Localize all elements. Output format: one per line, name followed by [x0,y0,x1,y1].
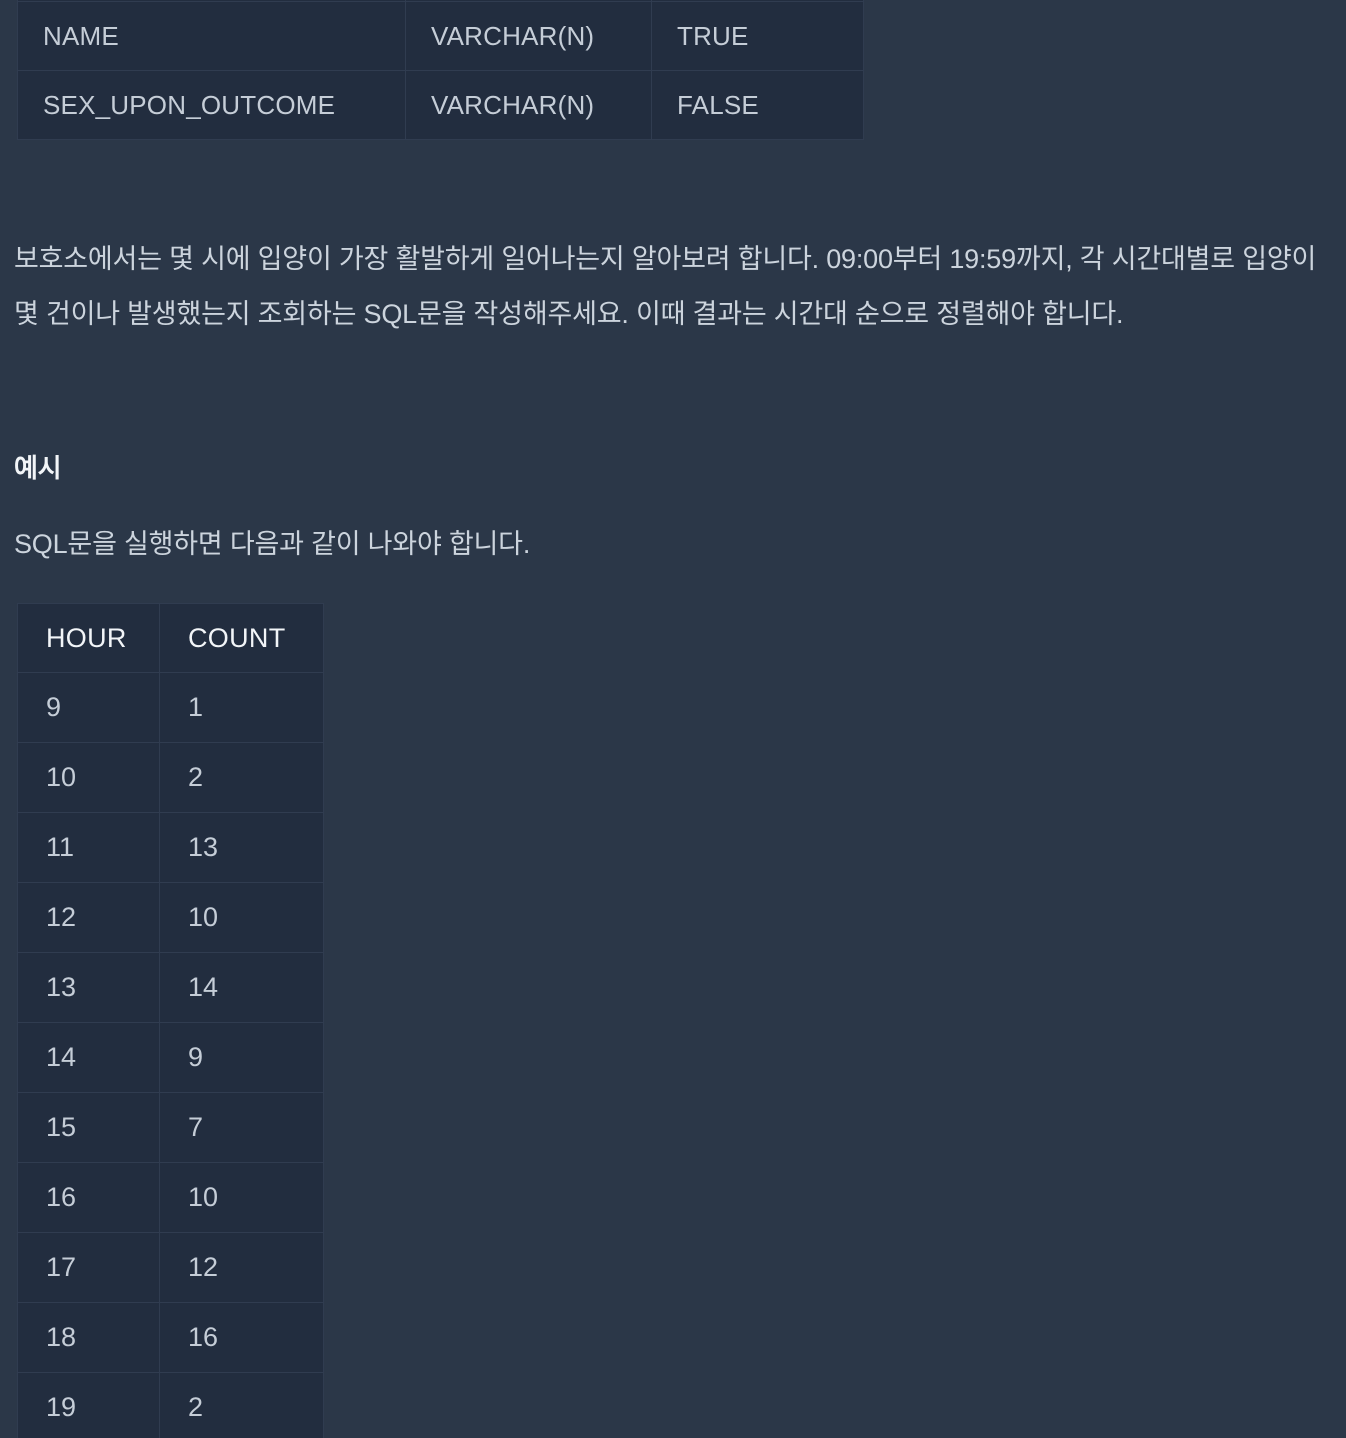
result-cell-count: 10 [159,1162,324,1233]
result-table: HOUR COUNT 9 1 10 2 11 13 12 10 13 14 14… [17,603,324,1438]
result-cell-hour: 11 [17,812,160,883]
table-row: 11 13 [17,812,324,883]
result-cell-count: 10 [159,882,324,953]
table-row: NAME VARCHAR(N) TRUE [17,1,864,71]
column-header-count: COUNT [159,603,324,673]
result-table-container: HOUR COUNT 9 1 10 2 11 13 12 10 13 14 14… [17,603,324,1438]
problem-description-page: DATETIME DATETIME FALSE NAME VARCHAR(N) … [0,0,1346,1438]
schema-cell-column: SEX_UPON_OUTCOME [17,70,406,140]
result-cell-hour: 19 [17,1372,160,1438]
result-cell-hour: 12 [17,882,160,953]
table-row: 16 10 [17,1162,324,1233]
result-cell-hour: 18 [17,1302,160,1373]
result-table-body: 9 1 10 2 11 13 12 10 13 14 14 9 15 7 16 … [17,672,324,1438]
result-cell-count: 2 [159,742,324,813]
table-row: 9 1 [17,672,324,743]
result-cell-hour: 17 [17,1232,160,1303]
result-cell-hour: 10 [17,742,160,813]
result-cell-hour: 14 [17,1022,160,1093]
result-cell-hour: 15 [17,1092,160,1163]
example-heading: 예시 [14,453,62,483]
schema-table-body: DATETIME DATETIME FALSE NAME VARCHAR(N) … [17,0,864,140]
result-cell-count: 9 [159,1022,324,1093]
result-cell-hour: 13 [17,952,160,1023]
result-table-head: HOUR COUNT [17,603,324,673]
schema-cell-column: NAME [17,1,406,71]
table-row: 17 12 [17,1232,324,1303]
result-cell-hour: 9 [17,672,160,743]
result-cell-count: 1 [159,672,324,743]
schema-cell-nullable: FALSE [651,70,864,140]
column-header-hour: HOUR [17,603,160,673]
table-row: 13 14 [17,952,324,1023]
example-lead-text: SQL문을 실행하면 다음과 같이 나와야 합니다. [14,529,531,559]
result-cell-count: 16 [159,1302,324,1373]
result-cell-count: 13 [159,812,324,883]
result-cell-count: 14 [159,952,324,1023]
result-cell-hour: 16 [17,1162,160,1233]
table-header-row: HOUR COUNT [17,603,324,673]
table-row: 15 7 [17,1092,324,1163]
schema-table-container: DATETIME DATETIME FALSE NAME VARCHAR(N) … [17,0,864,140]
schema-cell-type: VARCHAR(N) [405,1,652,71]
schema-cell-type: VARCHAR(N) [405,70,652,140]
result-cell-count: 2 [159,1372,324,1438]
table-row: 12 10 [17,882,324,953]
table-row: 18 16 [17,1302,324,1373]
result-cell-count: 12 [159,1232,324,1303]
schema-table: DATETIME DATETIME FALSE NAME VARCHAR(N) … [17,0,864,140]
problem-paragraph: 보호소에서는 몇 시에 입양이 가장 활발하게 일어나는지 알아보려 합니다. … [14,244,1317,329]
table-row: 19 2 [17,1372,324,1438]
table-row: 14 9 [17,1022,324,1093]
problem-statement: 보호소에서는 몇 시에 입양이 가장 활발하게 일어나는지 알아보려 합니다. … [14,232,1334,342]
result-cell-count: 7 [159,1092,324,1163]
schema-cell-nullable: TRUE [651,1,864,71]
table-row: SEX_UPON_OUTCOME VARCHAR(N) FALSE [17,70,864,140]
table-row: 10 2 [17,742,324,813]
